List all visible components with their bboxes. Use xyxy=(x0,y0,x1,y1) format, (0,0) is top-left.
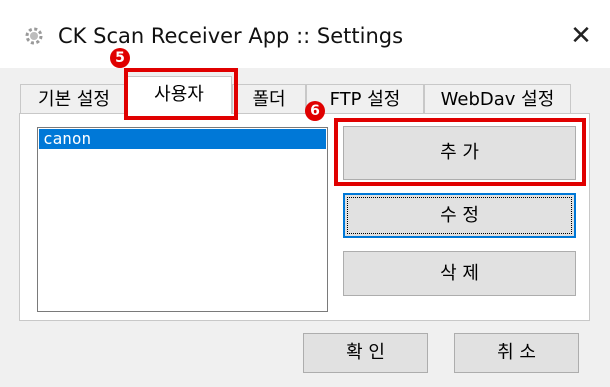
step-5-marker: 5 xyxy=(110,48,130,68)
gear-icon xyxy=(25,27,43,45)
delete-button[interactable]: 삭 제 xyxy=(343,251,576,296)
highlight-add-button xyxy=(334,118,586,186)
ok-button[interactable]: 확 인 xyxy=(303,333,428,373)
edit-button[interactable]: 수 정 xyxy=(343,193,576,238)
close-button[interactable]: ✕ xyxy=(565,20,597,52)
tab-folder[interactable]: 폴더 xyxy=(232,84,306,114)
window-title: CK Scan Receiver App :: Settings xyxy=(58,24,404,48)
tab-webdav-settings[interactable]: WebDav 설정 xyxy=(424,84,571,114)
step-6-marker: 6 xyxy=(305,101,325,121)
cancel-button[interactable]: 취 소 xyxy=(454,333,579,373)
highlight-users-tab xyxy=(124,68,238,120)
title-bar: CK Scan Receiver App :: Settings ✕ xyxy=(0,0,610,68)
tab-basic-settings[interactable]: 기본 설정 xyxy=(20,84,128,114)
user-listbox[interactable]: canon xyxy=(37,127,328,312)
list-item[interactable]: canon xyxy=(39,129,326,149)
